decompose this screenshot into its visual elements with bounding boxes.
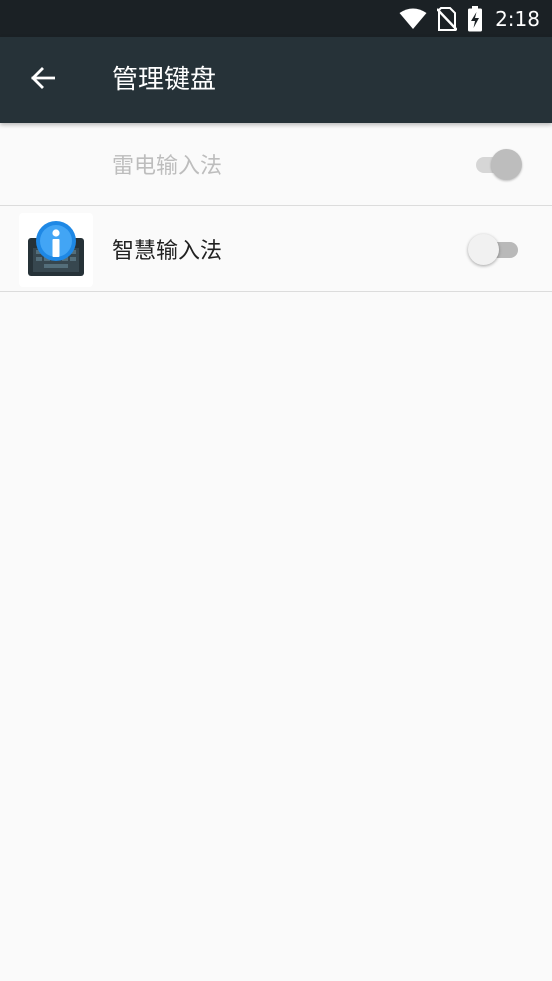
keyboard-name: 雷电输入法 — [112, 154, 223, 179]
back-button[interactable] — [18, 56, 66, 104]
status-bar: 2:18 — [0, 0, 552, 37]
keyboard-row-leidian: 雷电输入法 — [0, 123, 552, 206]
wifi-icon — [399, 8, 427, 30]
arrow-back-icon — [29, 66, 56, 94]
switch-thumb — [491, 149, 522, 180]
status-time: 2:18 — [495, 6, 540, 31]
no-sim-icon — [437, 6, 458, 31]
keyboard-app-icon — [19, 213, 93, 287]
battery-charging-icon — [467, 5, 483, 32]
keyboard-name: 智慧输入法 — [112, 238, 223, 264]
keyboard-row-zhihui[interactable]: 智慧输入法 — [0, 206, 552, 292]
keyboard-list: 雷电输入法 智慧输入法 — [0, 123, 552, 292]
page-title: 管理键盘 — [112, 65, 217, 95]
status-icons: 2:18 — [399, 0, 540, 37]
app-bar: 管理键盘 — [0, 37, 552, 123]
keyboard-toggle-zhihui[interactable] — [468, 232, 522, 266]
switch-thumb — [468, 233, 499, 265]
keyboard-toggle-leidian[interactable] — [470, 147, 522, 181]
